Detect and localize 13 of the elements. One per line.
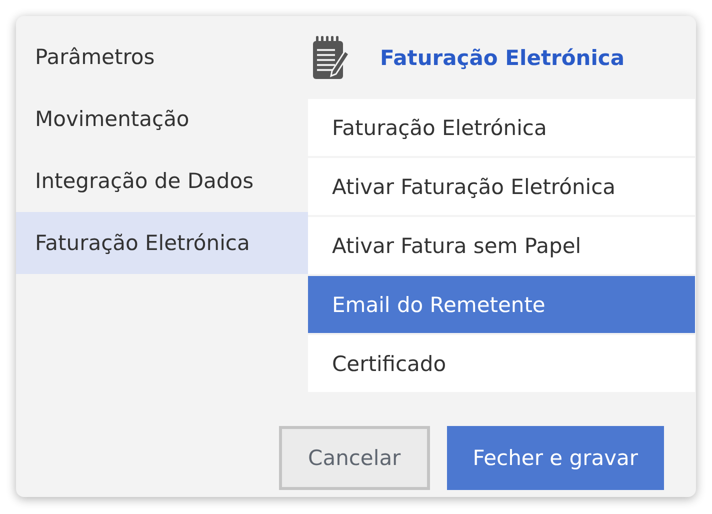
sidebar-item[interactable]: Faturação Eletrónica xyxy=(16,212,308,274)
list-item[interactable]: Email do Remetente xyxy=(308,276,695,333)
sidebar-item[interactable]: Parâmetros xyxy=(16,26,308,88)
list-item[interactable]: Faturação Eletrónica xyxy=(308,99,695,156)
list-item[interactable]: Certificado xyxy=(308,335,695,392)
notepad-pencil-icon xyxy=(312,34,350,80)
list-item[interactable]: Ativar Fatura sem Papel xyxy=(308,217,695,274)
cancel-button[interactable]: Cancelar xyxy=(279,426,430,490)
sidebar-item[interactable]: Movimentação xyxy=(16,88,308,150)
list-item[interactable]: Ativar Faturação Eletrónica xyxy=(308,158,695,215)
sidebar-item[interactable]: Integração de Dados xyxy=(16,150,308,212)
save-button[interactable]: Fecher e gravar xyxy=(446,426,664,490)
panel-title: Faturação Eletrónica xyxy=(380,46,625,70)
